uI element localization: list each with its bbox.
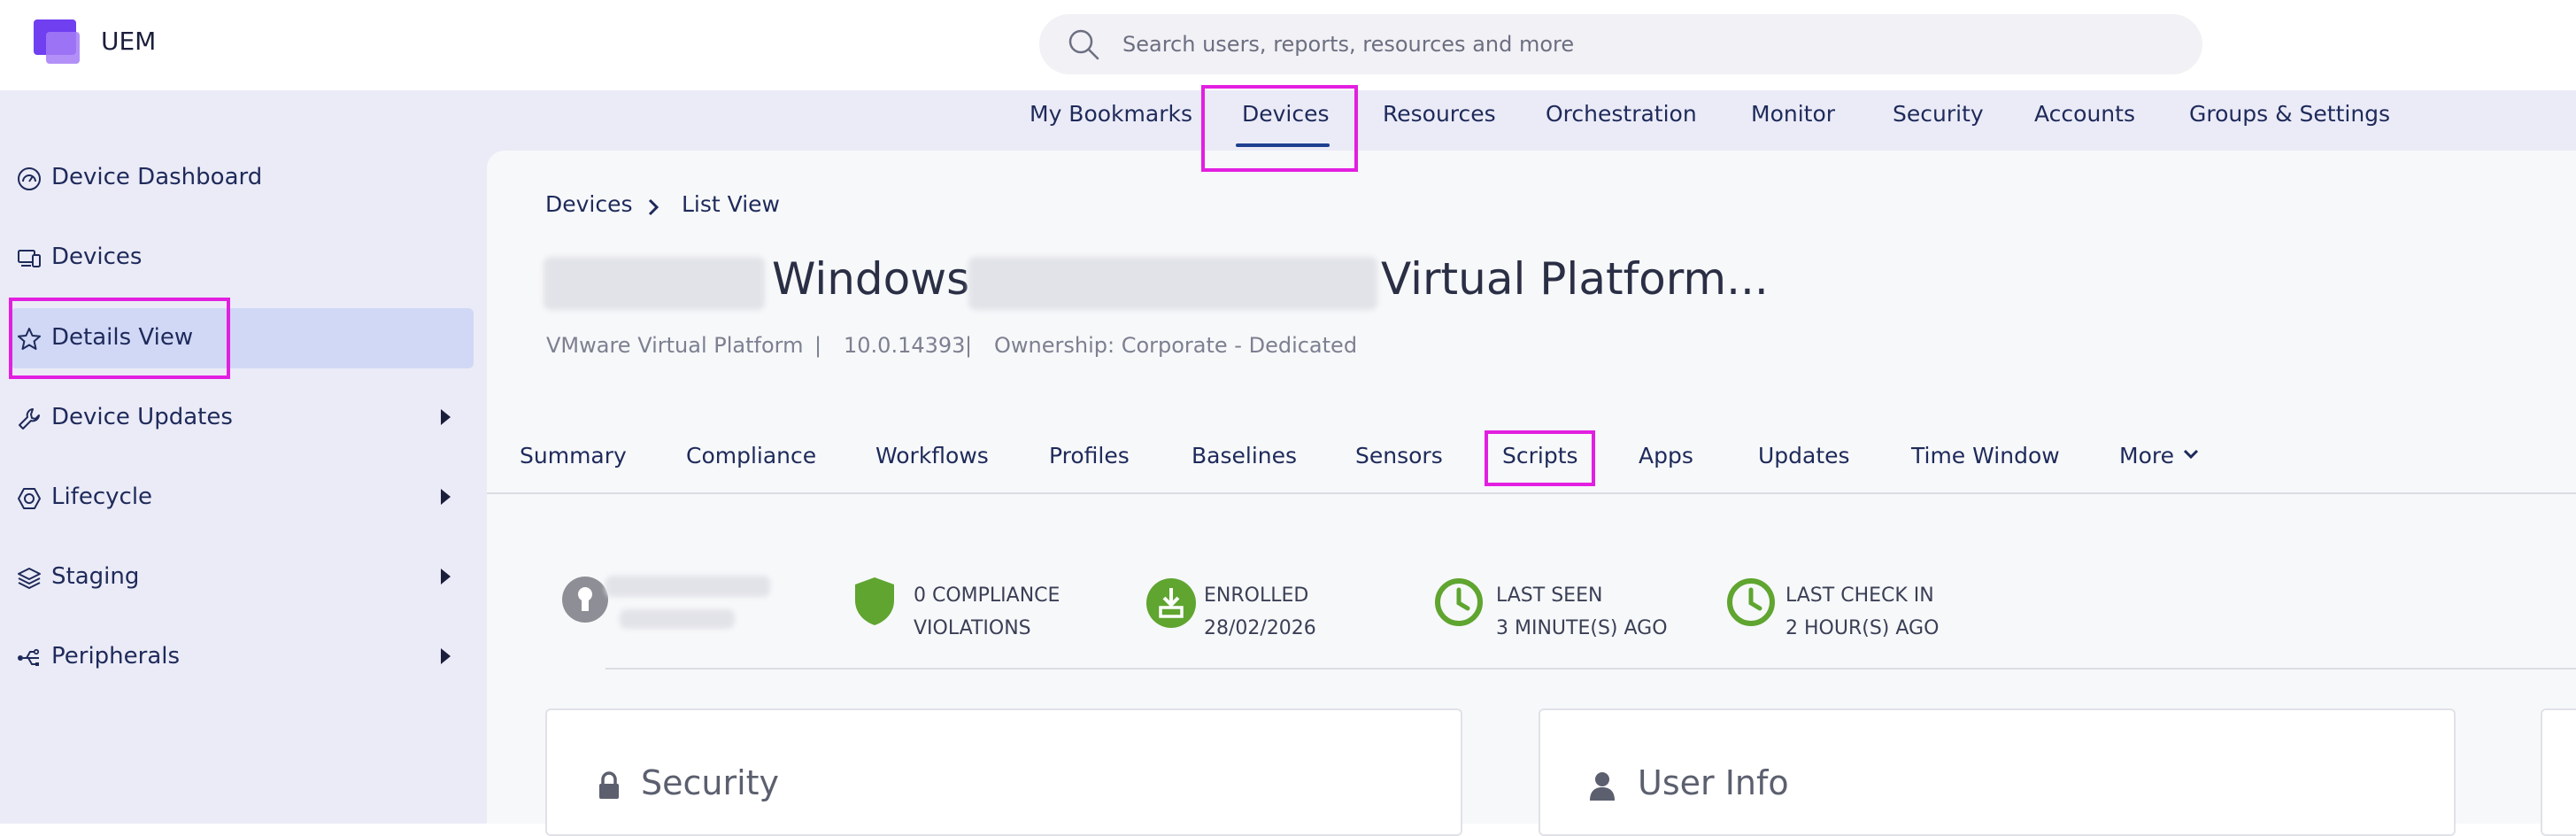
expand-caret-icon[interactable]: [441, 648, 451, 664]
device-model: VMware Virtual Platform: [546, 333, 804, 358]
sidebar-item-label: Peripherals: [51, 643, 181, 670]
last-seen-label: LAST SEEN: [1496, 584, 1603, 607]
sidebar-item-label: Device Dashboard: [51, 164, 263, 190]
last-seen-value: 3 MINUTE(S) AGO: [1496, 617, 1668, 639]
top-bar: UEM Search users, reports, resources and…: [0, 0, 2576, 90]
sidebar-item-label: Devices: [51, 244, 143, 270]
sidebar-item-label: Device Updates: [51, 404, 233, 430]
partial-card: [2541, 708, 2576, 836]
enrolled-label: ENROLLED: [1204, 584, 1309, 607]
expand-caret-icon[interactable]: [441, 409, 451, 425]
lock-icon: [599, 771, 619, 799]
chevron-right-icon: [648, 198, 659, 216]
sidebar-item-device-updates[interactable]: Device Updates: [11, 388, 474, 448]
shield-icon: [855, 577, 894, 625]
active-tab-indicator: [1236, 143, 1330, 147]
device-title-platform: Virtual Platform...: [1381, 253, 1769, 305]
tab-scripts[interactable]: Scripts: [1502, 443, 1578, 468]
tabs-divider: [487, 492, 2576, 494]
device-ownership: Ownership: Corporate - Dedicated: [994, 333, 1358, 358]
subtitle-separator: |: [965, 333, 973, 358]
app-name: UEM: [101, 27, 157, 56]
user-info-card-title: User Info: [1638, 763, 1789, 802]
topnav-monitor[interactable]: Monitor: [1751, 101, 1835, 127]
last-checkin-label: LAST CHECK IN: [1785, 584, 1934, 607]
tab-apps[interactable]: Apps: [1639, 443, 1693, 468]
sidebar-item-device-dashboard[interactable]: Device Dashboard: [11, 148, 474, 208]
security-card-title: Security: [641, 763, 780, 802]
redacted-user-name: [605, 576, 770, 597]
uem-logo[interactable]: [34, 19, 87, 66]
topnav-my-bookmarks[interactable]: My Bookmarks: [1030, 101, 1192, 127]
tab-baselines[interactable]: Baselines: [1192, 443, 1297, 468]
tab-sensors[interactable]: Sensors: [1355, 443, 1443, 468]
clock-icon: [1435, 578, 1483, 626]
redacted-device-version: [968, 257, 1377, 310]
status-divider: [605, 668, 2576, 670]
lifecycle-icon: [18, 488, 41, 509]
layers-icon: [18, 568, 41, 589]
device-title-windows: Windows: [772, 253, 970, 305]
topnav-resources[interactable]: Resources: [1383, 101, 1496, 127]
topnav-accounts[interactable]: Accounts: [2034, 101, 2135, 127]
devices-icon: [18, 250, 41, 267]
tab-compliance[interactable]: Compliance: [686, 443, 816, 468]
subtitle-separator: |: [814, 333, 822, 358]
star-icon: [18, 328, 41, 350]
usb-icon: [18, 648, 40, 666]
left-sidebar: Device Dashboard Devices Details View De…: [0, 90, 487, 824]
sidebar-item-lifecycle[interactable]: Lifecycle: [11, 468, 474, 528]
dashboard-icon: [18, 167, 41, 190]
device-os-version: 10.0.14393: [844, 333, 966, 358]
topnav-groups-settings[interactable]: Groups & Settings: [2189, 101, 2390, 127]
search-placeholder: Search users, reports, resources and mor…: [1122, 32, 1575, 57]
user-avatar-icon: [562, 577, 608, 623]
expand-caret-icon[interactable]: [441, 489, 451, 505]
topnav-orchestration[interactable]: Orchestration: [1546, 101, 1697, 127]
topnav-security[interactable]: Security: [1893, 101, 1984, 127]
search-icon: [1068, 29, 1099, 60]
global-search[interactable]: Search users, reports, resources and mor…: [1039, 14, 2202, 74]
sidebar-item-label: Lifecycle: [51, 484, 153, 510]
sidebar-item-peripherals[interactable]: Peripherals: [11, 627, 474, 687]
tab-summary[interactable]: Summary: [520, 443, 627, 468]
tab-profiles[interactable]: Profiles: [1049, 443, 1130, 468]
compliance-status-line1: 0 COMPLIANCE: [914, 584, 1060, 607]
last-checkin-value: 2 HOUR(S) AGO: [1785, 617, 1940, 639]
user-icon: [1590, 772, 1615, 801]
redacted-user-detail: [620, 609, 735, 629]
sidebar-item-details-view[interactable]: Details View: [11, 308, 474, 368]
sidebar-item-label: Details View: [51, 324, 194, 351]
compliance-status-line2: VIOLATIONS: [914, 617, 1031, 639]
topnav-devices[interactable]: Devices: [1242, 101, 1330, 127]
tab-updates[interactable]: Updates: [1758, 443, 1850, 468]
sidebar-item-devices[interactable]: Devices: [11, 228, 474, 288]
tab-workflows[interactable]: Workflows: [875, 443, 989, 468]
chevron-down-icon[interactable]: [2181, 445, 2201, 464]
breadcrumb-devices[interactable]: Devices: [545, 191, 633, 217]
wrench-icon: [19, 408, 40, 430]
enrolled-icon: [1146, 578, 1196, 628]
redacted-device-name: [544, 257, 765, 310]
tab-more[interactable]: More: [2119, 443, 2174, 468]
enrolled-date: 28/02/2026: [1204, 617, 1316, 639]
tab-time-window[interactable]: Time Window: [1911, 443, 2060, 468]
breadcrumb-list-view[interactable]: List View: [682, 191, 780, 217]
clock-icon: [1727, 578, 1775, 626]
sidebar-item-staging[interactable]: Staging: [11, 547, 474, 608]
sidebar-item-label: Staging: [51, 563, 140, 590]
expand-caret-icon[interactable]: [441, 569, 451, 584]
